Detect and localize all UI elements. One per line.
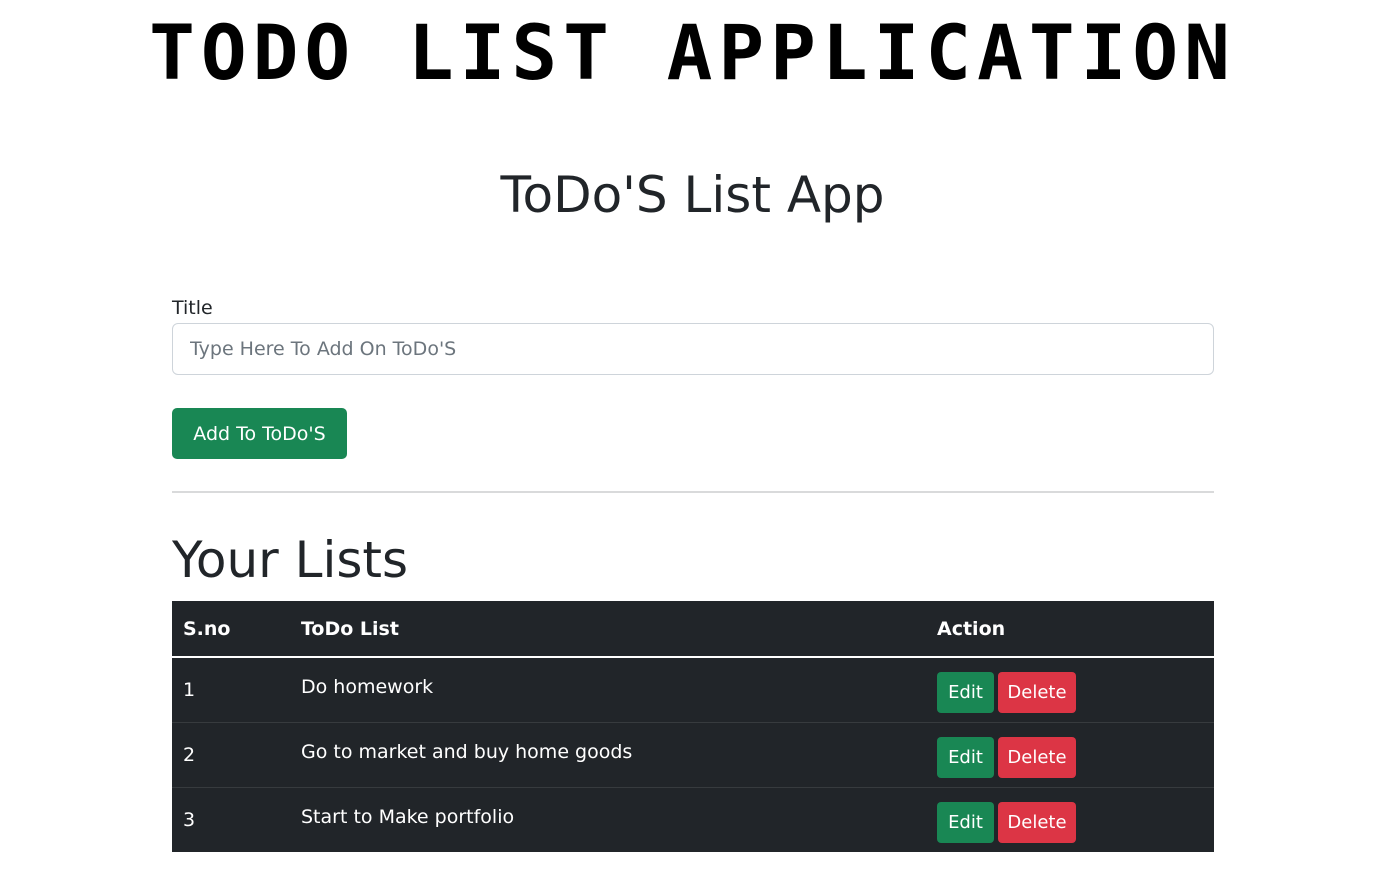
todo-table: S.no ToDo List Action 1 Do homework Edit… (172, 601, 1214, 852)
row-title-text: Go to market and buy home goods (301, 741, 633, 763)
edit-button[interactable]: Edit (937, 671, 994, 713)
title-input[interactable] (172, 323, 1214, 375)
add-todo-button[interactable]: Add To ToDo'S (172, 408, 347, 459)
row-title-text: Start to Make portfolio (301, 806, 515, 828)
table-row: 3 Start to Make portfolio Edit Delete (172, 787, 1214, 852)
row-actions: Edit Delete (926, 722, 1214, 788)
row-title: Go to market and buy home goods (290, 722, 926, 788)
row-actions: Edit Delete (926, 657, 1214, 723)
row-actions: Edit Delete (926, 787, 1214, 852)
title-label: Title (172, 297, 213, 319)
table-header-row: S.no ToDo List Action (172, 601, 1214, 658)
row-title: Do homework (290, 657, 926, 723)
row-sno: 3 (172, 787, 290, 852)
app-title: ToDo'S List App (500, 166, 885, 224)
row-sno: 2 (172, 722, 290, 788)
row-title: Start to Make portfolio (290, 787, 926, 852)
divider (172, 491, 1214, 493)
banner-title: Todo List Application (149, 8, 1236, 97)
delete-button[interactable]: Delete (998, 801, 1076, 843)
delete-button[interactable]: Delete (998, 736, 1076, 778)
column-header-sno: S.no (172, 601, 290, 658)
edit-button[interactable]: Edit (937, 801, 994, 843)
lists-heading: Your Lists (172, 531, 409, 589)
column-header-todo: ToDo List (290, 601, 926, 658)
table-row: 1 Do homework Edit Delete (172, 657, 1214, 723)
row-sno: 1 (183, 679, 196, 701)
edit-button[interactable]: Edit (937, 736, 994, 778)
table-row: 2 Go to market and buy home goods Edit De… (172, 722, 1214, 788)
column-header-action: Action (926, 601, 1214, 658)
delete-button[interactable]: Delete (998, 671, 1076, 713)
row-title-text: Do homework (301, 676, 434, 698)
